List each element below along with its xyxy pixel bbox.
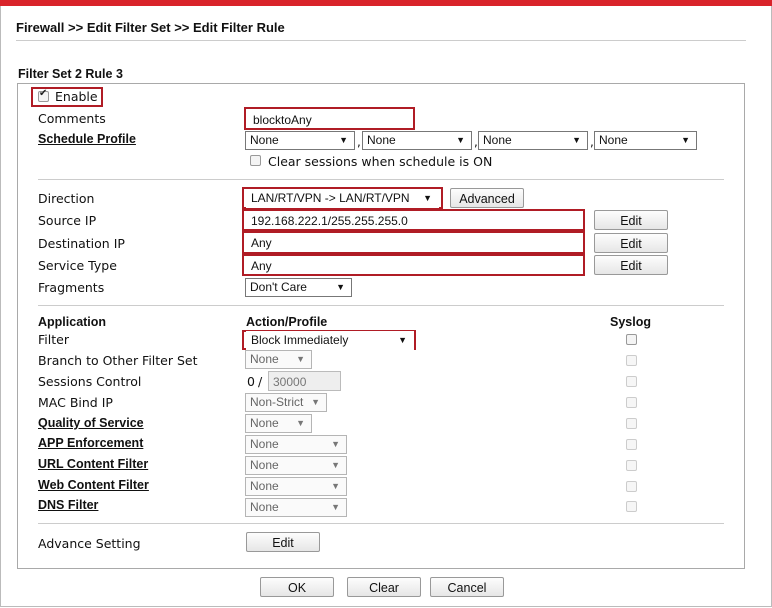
schedule-profile-link[interactable]: Schedule Profile bbox=[38, 132, 136, 146]
app-enforcement-link[interactable]: APP Enforcement bbox=[38, 436, 143, 450]
sessions-current: 0 bbox=[247, 374, 255, 389]
application-header: Application bbox=[38, 315, 107, 329]
filter-select[interactable]: Block Immediately ▼ bbox=[246, 331, 414, 350]
chevron-down-icon: ▼ bbox=[331, 502, 340, 512]
url-filter-value: None bbox=[250, 458, 279, 472]
chevron-down-icon: ▼ bbox=[681, 135, 690, 145]
comments-label: Comments bbox=[38, 111, 106, 126]
app-enforcement-select[interactable]: None ▼ bbox=[245, 435, 347, 454]
url-filter-select[interactable]: None ▼ bbox=[245, 456, 347, 475]
enable-checkbox[interactable] bbox=[38, 88, 49, 102]
web-content-filter-link[interactable]: Web Content Filter bbox=[38, 478, 149, 492]
syslog-header: Syslog bbox=[610, 315, 651, 329]
divider bbox=[16, 40, 746, 41]
source-ip-input[interactable]: 192.168.222.1/255.255.255.0 bbox=[246, 211, 580, 229]
chevron-down-icon: ▼ bbox=[572, 135, 581, 145]
schedule-profile-select-4[interactable]: None ▼ bbox=[594, 131, 697, 150]
advance-setting-edit-button[interactable]: Edit bbox=[246, 532, 320, 552]
quality-of-service-link[interactable]: Quality of Service bbox=[38, 416, 144, 430]
chevron-down-icon: ▼ bbox=[296, 354, 305, 364]
schedule-profile-2-value: None bbox=[367, 133, 396, 147]
chevron-down-icon: ▼ bbox=[339, 135, 348, 145]
dns-filter-link[interactable]: DNS Filter bbox=[38, 498, 98, 512]
fragments-select[interactable]: Don't Care ▼ bbox=[245, 278, 352, 297]
destination-ip-label: Destination IP bbox=[38, 236, 125, 251]
direction-value: LAN/RT/VPN -> LAN/RT/VPN bbox=[251, 191, 410, 205]
schedule-separator: , bbox=[357, 135, 361, 149]
web-filter-select[interactable]: None ▼ bbox=[245, 477, 347, 496]
clear-button[interactable]: Clear bbox=[347, 577, 421, 597]
destination-ip-input[interactable]: Any bbox=[246, 233, 580, 251]
mac-bind-label: MAC Bind IP bbox=[38, 395, 113, 410]
branch-select[interactable]: None ▼ bbox=[245, 350, 312, 369]
advance-setting-label: Advance Setting bbox=[38, 536, 141, 551]
url-content-filter-link[interactable]: URL Content Filter bbox=[38, 457, 148, 471]
clear-sessions-label: Clear sessions when schedule is ON bbox=[268, 154, 493, 169]
advanced-button[interactable]: Advanced bbox=[450, 188, 524, 208]
branch-label: Branch to Other Filter Set bbox=[38, 353, 198, 368]
branch-value: None bbox=[250, 352, 279, 366]
filter-syslog-checkbox[interactable] bbox=[626, 334, 637, 345]
section-title: Filter Set 2 Rule 3 bbox=[18, 67, 123, 81]
mac-bind-syslog-checkbox[interactable] bbox=[626, 397, 637, 408]
schedule-profile-3-value: None bbox=[483, 133, 512, 147]
sessions-control-label: Sessions Control bbox=[38, 374, 142, 389]
qos-select[interactable]: None ▼ bbox=[245, 414, 312, 433]
mac-bind-select[interactable]: Non-Strict ▼ bbox=[245, 393, 327, 412]
service-type-input[interactable]: Any bbox=[246, 256, 580, 274]
branch-syslog-checkbox[interactable] bbox=[626, 355, 637, 366]
sessions-max-input[interactable]: 30000 bbox=[268, 371, 341, 391]
filter-value: Block Immediately bbox=[251, 333, 349, 347]
app-enforcement-syslog-checkbox[interactable] bbox=[626, 439, 637, 450]
comments-input[interactable]: blocktoAny bbox=[248, 110, 410, 128]
chevron-down-icon: ▼ bbox=[423, 193, 432, 203]
chevron-down-icon: ▼ bbox=[311, 397, 320, 407]
fragments-value: Don't Care bbox=[250, 280, 307, 294]
chevron-down-icon: ▼ bbox=[331, 460, 340, 470]
direction-select[interactable]: LAN/RT/VPN -> LAN/RT/VPN ▼ bbox=[246, 189, 439, 208]
sessions-separator: / bbox=[258, 374, 263, 389]
direction-label: Direction bbox=[38, 191, 95, 206]
service-type-label: Service Type bbox=[38, 258, 117, 273]
chevron-down-icon: ▼ bbox=[456, 135, 465, 145]
mac-bind-value: Non-Strict bbox=[250, 395, 304, 409]
section-divider bbox=[38, 179, 724, 180]
source-ip-label: Source IP bbox=[38, 213, 97, 228]
web-filter-syslog-checkbox[interactable] bbox=[626, 481, 637, 492]
schedule-profile-select-2[interactable]: None ▼ bbox=[362, 131, 472, 150]
clear-sessions-checkbox[interactable] bbox=[250, 155, 261, 166]
dns-filter-syslog-checkbox[interactable] bbox=[626, 501, 637, 512]
chevron-down-icon: ▼ bbox=[331, 439, 340, 449]
chevron-down-icon: ▼ bbox=[336, 282, 345, 292]
destination-ip-edit-button[interactable]: Edit bbox=[594, 233, 668, 253]
breadcrumb: Firewall >> Edit Filter Set >> Edit Filt… bbox=[16, 20, 285, 35]
cancel-button[interactable]: Cancel bbox=[430, 577, 504, 597]
app-enforcement-value: None bbox=[250, 437, 279, 451]
fragments-label: Fragments bbox=[38, 280, 105, 295]
chevron-down-icon: ▼ bbox=[398, 335, 407, 345]
ok-button[interactable]: OK bbox=[260, 577, 334, 597]
action-profile-header: Action/Profile bbox=[246, 315, 328, 329]
sessions-syslog-checkbox[interactable] bbox=[626, 376, 637, 387]
web-filter-value: None bbox=[250, 479, 279, 493]
qos-value: None bbox=[250, 416, 279, 430]
chevron-down-icon: ▼ bbox=[331, 481, 340, 491]
schedule-profile-select-3[interactable]: None ▼ bbox=[478, 131, 588, 150]
schedule-profile-4-value: None bbox=[599, 133, 628, 147]
source-ip-edit-button[interactable]: Edit bbox=[594, 210, 668, 230]
schedule-profile-select-1[interactable]: None ▼ bbox=[245, 131, 355, 150]
service-type-edit-button[interactable]: Edit bbox=[594, 255, 668, 275]
section-divider bbox=[38, 305, 724, 306]
enable-label: Enable bbox=[55, 89, 98, 104]
qos-syslog-checkbox[interactable] bbox=[626, 418, 637, 429]
schedule-profile-1-value: None bbox=[250, 133, 279, 147]
chevron-down-icon: ▼ bbox=[296, 418, 305, 428]
dns-filter-value: None bbox=[250, 500, 279, 514]
url-filter-syslog-checkbox[interactable] bbox=[626, 460, 637, 471]
dns-filter-select[interactable]: None ▼ bbox=[245, 498, 347, 517]
filter-label: Filter bbox=[38, 332, 69, 347]
section-divider bbox=[38, 523, 724, 524]
